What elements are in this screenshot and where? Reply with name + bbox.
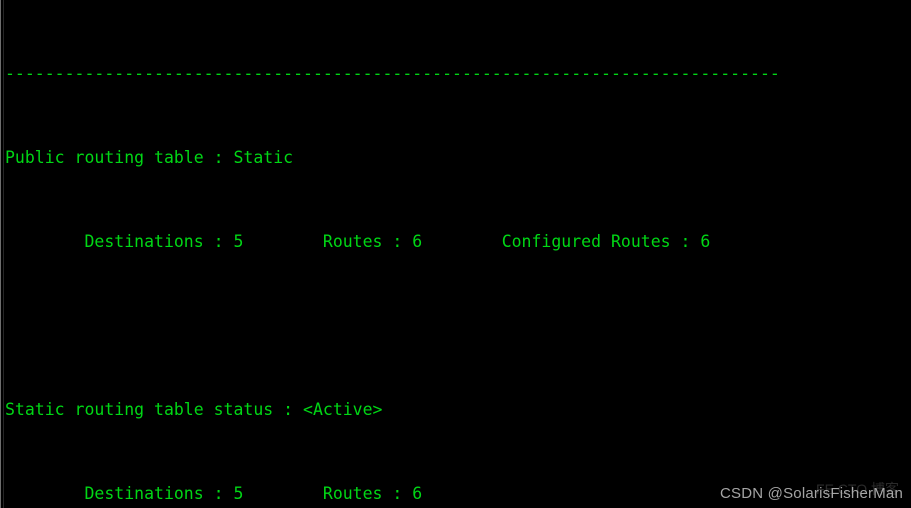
separator-rule-top: ----------------------------------------… (5, 64, 780, 83)
blank-line-1 (0, 315, 911, 336)
static-routing-table-counts-active: Destinations : 5 Routes : 6 (5, 484, 423, 503)
console-output[interactable]: ----------------------------------------… (0, 0, 911, 508)
public-routing-table-counts: Destinations : 5 Routes : 6 Configured R… (5, 232, 711, 251)
terminal-window: ----------------------------------------… (0, 0, 911, 508)
public-routing-table-title: Public routing table : Static (5, 148, 294, 167)
static-routing-table-status-active: Static routing table status : <Active> (5, 400, 383, 419)
